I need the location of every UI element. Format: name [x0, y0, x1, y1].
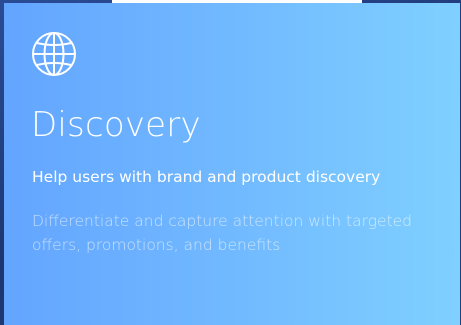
globe-icon: [30, 30, 78, 78]
discovery-card[interactable]: Discovery Help users with brand and prod…: [4, 3, 460, 325]
card-description: Differentiate and capture attention with…: [32, 212, 413, 254]
card-title: Discovery: [31, 105, 201, 145]
card-subtitle: Help users with brand and product discov…: [32, 168, 381, 186]
